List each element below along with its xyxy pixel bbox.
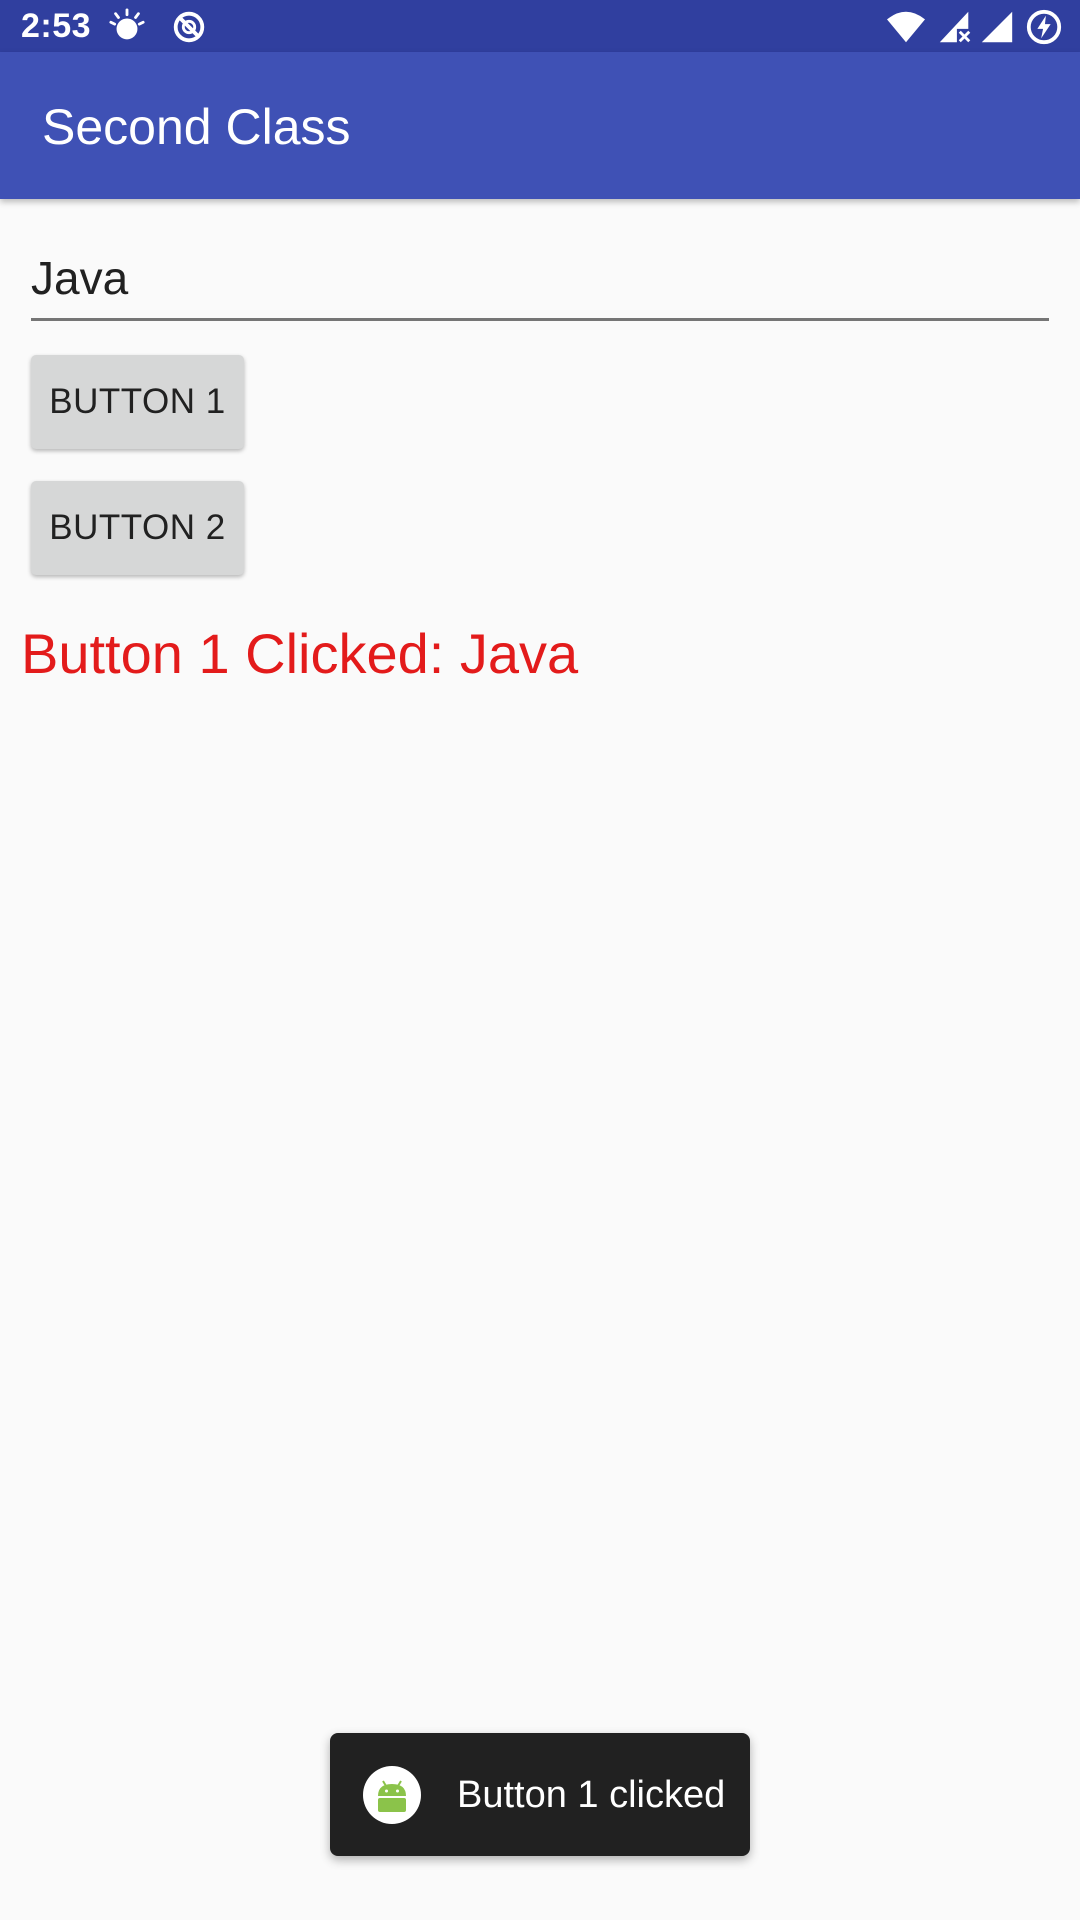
status-bar: 2:53 <box>0 0 1080 52</box>
android-icon <box>363 1766 421 1824</box>
text-input-value: Java <box>31 252 129 304</box>
brightness-icon <box>108 8 146 46</box>
toast: Button 1 clicked <box>330 1733 750 1856</box>
status-time: 2:53 <box>21 7 92 45</box>
button-2[interactable]: BUTTON 2 <box>31 481 244 575</box>
toast-message: Button 1 clicked <box>457 1774 726 1816</box>
signal-no-data-icon <box>936 8 974 46</box>
wifi-icon <box>884 8 928 46</box>
app-title: Second Class <box>42 99 351 155</box>
result-text: Button 1 Clicked: Java <box>21 622 579 685</box>
sync-disabled-icon <box>170 8 208 46</box>
button-1[interactable]: BUTTON 1 <box>31 355 244 449</box>
signal-icon <box>978 8 1016 46</box>
text-input[interactable]: Java <box>31 248 1049 321</box>
battery-charging-icon <box>1024 8 1064 46</box>
app-bar: Second Class <box>0 52 1080 199</box>
